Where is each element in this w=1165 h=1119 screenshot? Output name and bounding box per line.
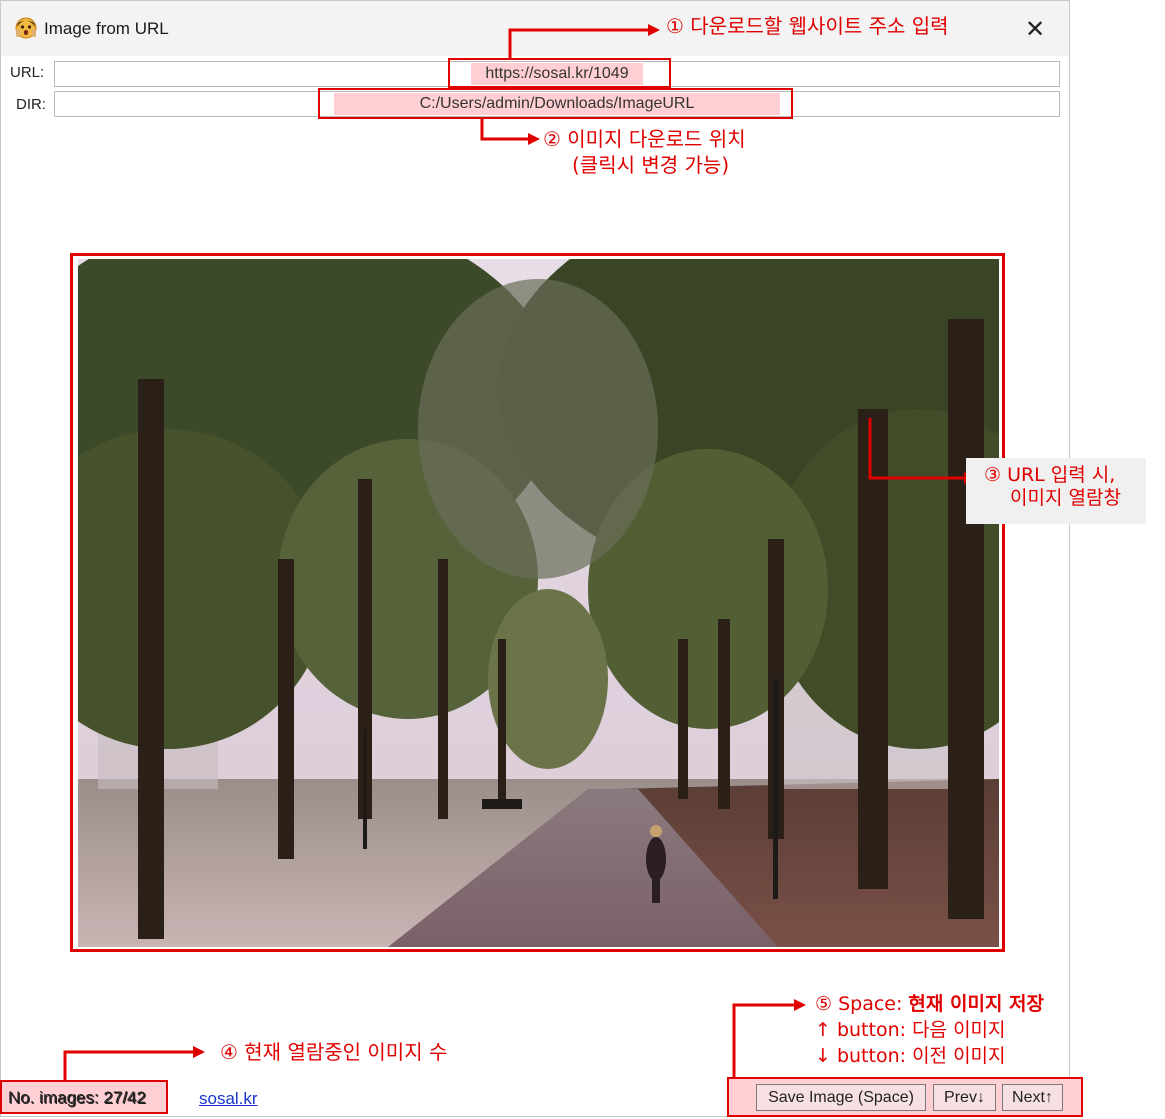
annotation-5-prefix: ⑤ Space: bbox=[815, 993, 909, 1015]
annotation-2-line2: (클릭시 변경 가능) bbox=[572, 153, 730, 177]
annotation-3: ③ URL 입력 시, 이미지 열람창 bbox=[966, 458, 1146, 524]
arrow-icon bbox=[480, 118, 530, 141]
annotation-2-line1: ② 이미지 다운로드 위치 bbox=[543, 127, 746, 151]
arrow-icon bbox=[508, 28, 650, 58]
arrow-icon bbox=[63, 1050, 195, 1080]
annotation-5-bold: 현재 이미지 저장 bbox=[908, 993, 1045, 1015]
arrow-icon bbox=[732, 1003, 796, 1077]
image-count: No. images: 27/42 bbox=[9, 1089, 147, 1108]
annotation-5-line3: ↓ button: 이전 이미지 bbox=[815, 1044, 1006, 1067]
annotation-3-line2: 이미지 열람창 bbox=[1010, 486, 1121, 509]
annotation-1: ① 다운로드할 웹사이트 주소 입력 bbox=[662, 14, 953, 38]
annotation-5: ⑤ Space: 현재 이미지 저장 ↑ button: 다음 이미지 ↓ bu… bbox=[815, 993, 1044, 1067]
annotation-3-line1: ③ URL 입력 시, bbox=[984, 464, 1116, 486]
annotation-5-line2: ↑ button: 다음 이미지 bbox=[815, 1018, 1006, 1041]
arrow-icon bbox=[868, 418, 966, 480]
annotation-4: ④ 현재 열람중인 이미지 수 bbox=[220, 1040, 448, 1064]
